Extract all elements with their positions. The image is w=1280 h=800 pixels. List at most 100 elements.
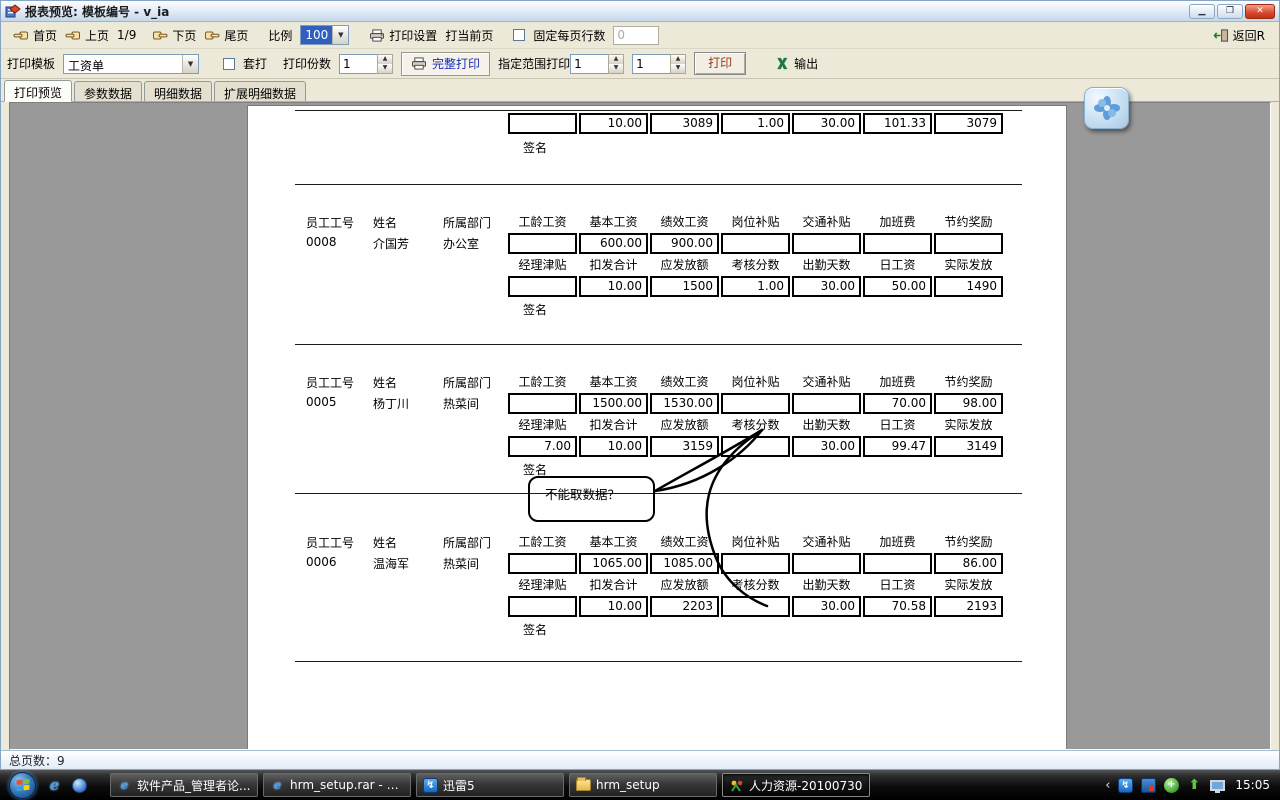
salary-record: 员工工号 姓名 所属部门 0005 杨丁川 热菜间 工龄工资 基本工资 绩效工资… <box>248 373 1066 479</box>
taskbar-item-folder[interactable]: hrm_setup <box>569 773 717 797</box>
taskbar-item-thunder[interactable]: ↯ 迅雷5 <box>416 773 564 797</box>
table-cell: 1065.00 <box>579 553 648 574</box>
taskbar-item-forum[interactable]: e 软件产品_管理者论... <box>110 773 258 797</box>
excel-icon <box>774 57 790 70</box>
print-template-label: 打印模板 <box>7 55 55 72</box>
table-header-row: 工龄工资 基本工资 绩效工资 岗位补贴 交通补贴 加班费 节约奖励 <box>508 373 1003 390</box>
first-page-button[interactable]: 首页 <box>9 25 61 46</box>
internet-explorer-icon[interactable]: e <box>46 777 63 794</box>
table-cell: 30.00 <box>792 596 861 617</box>
column-header: 日工资 <box>863 256 932 273</box>
tray-expand-icon[interactable]: ‹ <box>1105 778 1110 793</box>
emp-id-value: 0005 <box>306 395 337 409</box>
column-header: 工龄工资 <box>508 213 577 230</box>
print-template-combobox[interactable]: 工资单 ▼ <box>63 54 199 74</box>
print-setup-button[interactable]: 打印设置 <box>365 25 441 46</box>
flower-icon <box>1092 94 1122 122</box>
table-cell <box>508 113 577 134</box>
record-divider <box>295 344 1022 345</box>
column-header: 工龄工资 <box>508 533 577 550</box>
umbrella-up-tray-icon[interactable]: ⬆ <box>1186 777 1202 793</box>
last-page-button[interactable]: 尾页 <box>200 25 252 46</box>
tab-detail-data[interactable]: 明细数据 <box>144 81 212 101</box>
display-tray-icon[interactable] <box>1209 777 1225 793</box>
range-from-stepper[interactable]: ▲▼ <box>570 54 624 74</box>
spinner-down-icon[interactable]: ▼ <box>671 64 685 73</box>
minimize-button[interactable]: ▁ <box>1189 4 1215 19</box>
full-print-button[interactable]: 完整打印 <box>401 52 490 76</box>
spinner-down-icon[interactable]: ▼ <box>609 64 623 73</box>
task-label: 人力资源-20100730 <box>749 777 862 794</box>
copies-stepper[interactable]: ▲▼ <box>339 54 393 74</box>
tab-print-preview[interactable]: 打印预览 <box>4 80 72 102</box>
antivirus-tray-icon[interactable]: + <box>1163 777 1179 793</box>
report-preview-window: 报表预览: 模板编号 - v_ia ▁ ❐ ✕ 首页 上页 1/9 下页 尾页 … <box>0 0 1280 770</box>
emp-name-value: 介国芳 <box>373 235 409 252</box>
table-cell: 1.00 <box>721 276 790 297</box>
column-header: 绩效工资 <box>650 533 719 550</box>
table-cell: 3149 <box>934 436 1003 457</box>
emp-dept-value: 办公室 <box>443 235 479 252</box>
table-cell <box>792 553 861 574</box>
table-cell: 30.00 <box>792 436 861 457</box>
spinner-up-icon[interactable]: ▲ <box>609 55 623 64</box>
range-to-stepper[interactable]: ▲▼ <box>632 54 686 74</box>
print-current-page-button[interactable]: 打当前页 <box>441 25 497 46</box>
scale-combobox[interactable]: 100 ▼ <box>300 25 349 45</box>
table-row: 10.00 1500 1.00 30.00 50.00 1490 <box>508 276 1003 297</box>
table-row: 1500.00 1530.00 70.00 98.00 <box>508 393 1003 414</box>
chevron-down-icon[interactable]: ▼ <box>182 55 198 73</box>
table-cell: 70.00 <box>863 393 932 414</box>
table-header-row: 经理津贴 扣发合计 应发放额 考核分数 出勤天数 日工资 实际发放 <box>508 256 1003 273</box>
taskbar-item-download[interactable]: e hrm_setup.rar - 115... <box>263 773 411 797</box>
start-button[interactable] <box>9 772 36 799</box>
table-cell: 101.33 <box>863 113 932 134</box>
table-cell <box>721 393 790 414</box>
range-to-input[interactable] <box>632 54 670 74</box>
first-page-label: 首页 <box>33 27 57 44</box>
spinner-up-icon[interactable]: ▲ <box>378 55 392 64</box>
prev-page-button[interactable]: 上页 <box>61 25 113 46</box>
emp-name-header: 姓名 <box>373 374 397 391</box>
column-header: 实际发放 <box>934 576 1003 593</box>
taskbar-item-hr-app[interactable]: 人力资源-20100730 <box>722 773 870 797</box>
table-cell <box>721 436 790 457</box>
fixed-rows-checkbox[interactable] <box>513 29 525 41</box>
spinner-down-icon[interactable]: ▼ <box>378 64 392 73</box>
emp-dept-header: 所属部门 <box>443 374 491 391</box>
next-page-button[interactable]: 下页 <box>148 25 200 46</box>
table-row: 1065.00 1085.00 86.00 <box>508 553 1003 574</box>
task-label: 软件产品_管理者论... <box>137 777 250 794</box>
spinner-up-icon[interactable]: ▲ <box>671 55 685 64</box>
fixed-rows-input[interactable] <box>613 26 659 45</box>
export-button[interactable]: 输出 <box>770 53 822 74</box>
table-cell: 600.00 <box>579 233 648 254</box>
range-from-input[interactable] <box>570 54 608 74</box>
column-header: 应发放额 <box>650 256 719 273</box>
overlay-print-checkbox[interactable] <box>223 58 235 70</box>
system-tray: ‹ ↯ + ⬆ 15:05 <box>1105 777 1280 793</box>
column-header: 经理津贴 <box>508 576 577 593</box>
back-button[interactable]: 返回R <box>1209 25 1271 46</box>
column-header: 经理津贴 <box>508 256 577 273</box>
printer-icon <box>411 57 427 70</box>
taskbar-clock: 15:05 <box>1235 778 1270 792</box>
browser-globe-icon[interactable] <box>71 777 88 794</box>
column-header: 基本工资 <box>579 213 648 230</box>
tab-ext-detail-data[interactable]: 扩展明细数据 <box>214 81 306 101</box>
column-header: 交通补贴 <box>792 533 861 550</box>
column-header: 实际发放 <box>934 256 1003 273</box>
close-button[interactable]: ✕ <box>1245 4 1275 19</box>
chevron-down-icon[interactable]: ▼ <box>332 26 348 44</box>
emp-id-header: 员工工号 <box>306 214 354 231</box>
print-button[interactable]: 打印 <box>694 52 746 75</box>
restore-button[interactable]: ❐ <box>1217 4 1243 19</box>
tab-param-data[interactable]: 参数数据 <box>74 81 142 101</box>
floating-widget-button[interactable] <box>1084 87 1129 129</box>
copies-input[interactable] <box>339 54 377 74</box>
thunder-tray-icon[interactable]: ↯ <box>1117 777 1133 793</box>
table-cell: 1500 <box>650 276 719 297</box>
table-cell: 30.00 <box>792 276 861 297</box>
table-row: 10.00 2203 30.00 70.58 2193 <box>508 596 1003 617</box>
scheduler-tray-icon[interactable] <box>1140 777 1156 793</box>
